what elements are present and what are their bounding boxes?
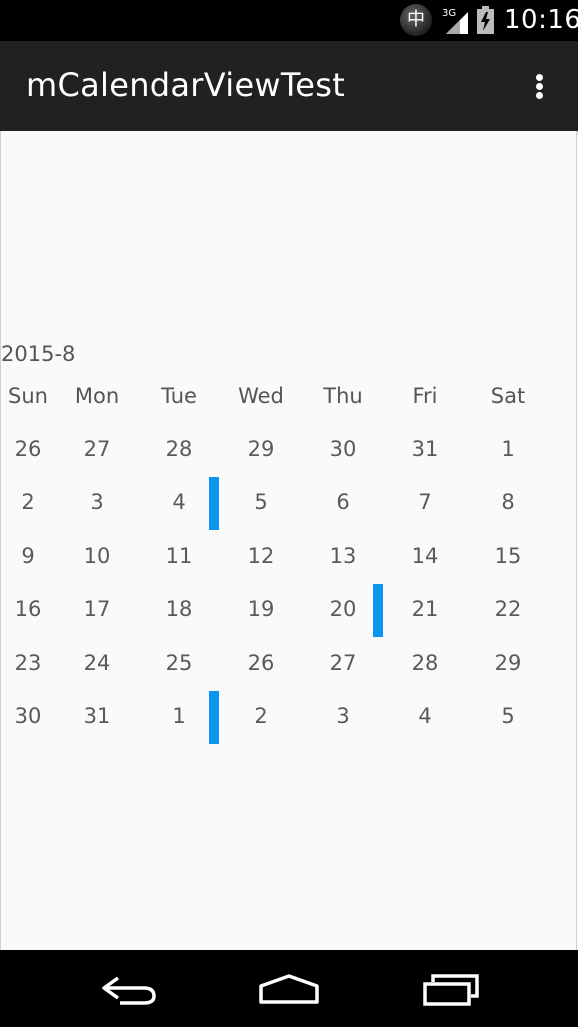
day-cell[interactable]: 13 <box>302 544 384 568</box>
day-cell[interactable]: 12 <box>220 544 302 568</box>
weekday-label: Wed <box>238 384 284 408</box>
navigation-bar <box>0 950 578 1027</box>
day-cell[interactable]: 4 <box>138 490 220 514</box>
battery-icon <box>477 6 494 34</box>
day-cell[interactable]: 24 <box>56 651 138 675</box>
weekday-label: Thu <box>323 384 363 408</box>
network-type-label: 3G <box>442 8 456 19</box>
back-icon[interactable] <box>98 970 160 1008</box>
overflow-menu-icon-dot <box>536 92 543 99</box>
day-cell[interactable]: 21 <box>384 597 466 621</box>
day-cell[interactable]: 3 <box>56 490 138 514</box>
event-marker <box>373 584 383 637</box>
day-cell[interactable]: 1 <box>138 704 220 728</box>
day-cell[interactable]: 14 <box>384 544 466 568</box>
day-cell[interactable]: 27 <box>56 437 138 461</box>
day-cell[interactable]: 26 <box>220 651 302 675</box>
day-cell[interactable]: 6 <box>302 490 384 514</box>
day-cell[interactable]: 28 <box>384 651 466 675</box>
calendar-view: 2015-8 Sun Mon Tue Wed Thu Fri Sat 26 27 28 29 30 3… <box>0 131 577 950</box>
month-label: 2015-8 <box>1 342 76 366</box>
day-cell[interactable]: 29 <box>467 651 549 675</box>
day-cell[interactable]: 25 <box>138 651 220 675</box>
day-cell[interactable]: 30 <box>302 437 384 461</box>
day-cell[interactable]: 8 <box>467 490 549 514</box>
day-cell[interactable]: 18 <box>138 597 220 621</box>
day-cell[interactable]: 27 <box>302 651 384 675</box>
day-cell[interactable]: 28 <box>138 437 220 461</box>
day-cell[interactable]: 31 <box>384 437 466 461</box>
day-cell[interactable]: 11 <box>138 544 220 568</box>
weekday-label: Fri <box>412 384 438 408</box>
app-title: mCalendarViewTest <box>26 66 346 104</box>
event-marker <box>209 691 219 744</box>
clock: 10:16 <box>504 5 578 35</box>
day-cell[interactable]: 5 <box>467 704 549 728</box>
day-cell[interactable]: 3 <box>302 704 384 728</box>
day-cell[interactable]: 4 <box>384 704 466 728</box>
day-cell[interactable]: 22 <box>467 597 549 621</box>
day-cell[interactable]: 29 <box>220 437 302 461</box>
home-icon[interactable] <box>256 970 322 1008</box>
status-bar: 中 3G 10:16 <box>0 0 578 41</box>
day-cell[interactable]: 10 <box>56 544 138 568</box>
day-cell[interactable]: 15 <box>467 544 549 568</box>
day-cell[interactable]: 5 <box>220 490 302 514</box>
day-cell[interactable]: 19 <box>220 597 302 621</box>
day-cell[interactable]: 20 <box>302 597 384 621</box>
overflow-menu-icon-dot <box>536 83 543 90</box>
weekday-label: Mon <box>74 384 120 408</box>
weekday-label: Tue <box>161 384 197 408</box>
ime-icon: 中 <box>400 4 432 36</box>
day-cell[interactable]: 31 <box>56 704 138 728</box>
app-bar: mCalendarViewTest <box>0 41 578 131</box>
signal-3g-icon: 3G <box>442 8 468 34</box>
event-marker <box>209 477 219 530</box>
weekday-label: Sat <box>490 384 526 408</box>
day-cell[interactable]: 2 <box>220 704 302 728</box>
overflow-menu-icon <box>536 74 543 81</box>
recents-icon[interactable] <box>420 970 482 1008</box>
day-cell[interactable]: 7 <box>384 490 466 514</box>
day-cell[interactable]: 17 <box>56 597 138 621</box>
day-cell[interactable]: 1 <box>467 437 549 461</box>
overflow-menu-button[interactable] <box>524 65 554 107</box>
